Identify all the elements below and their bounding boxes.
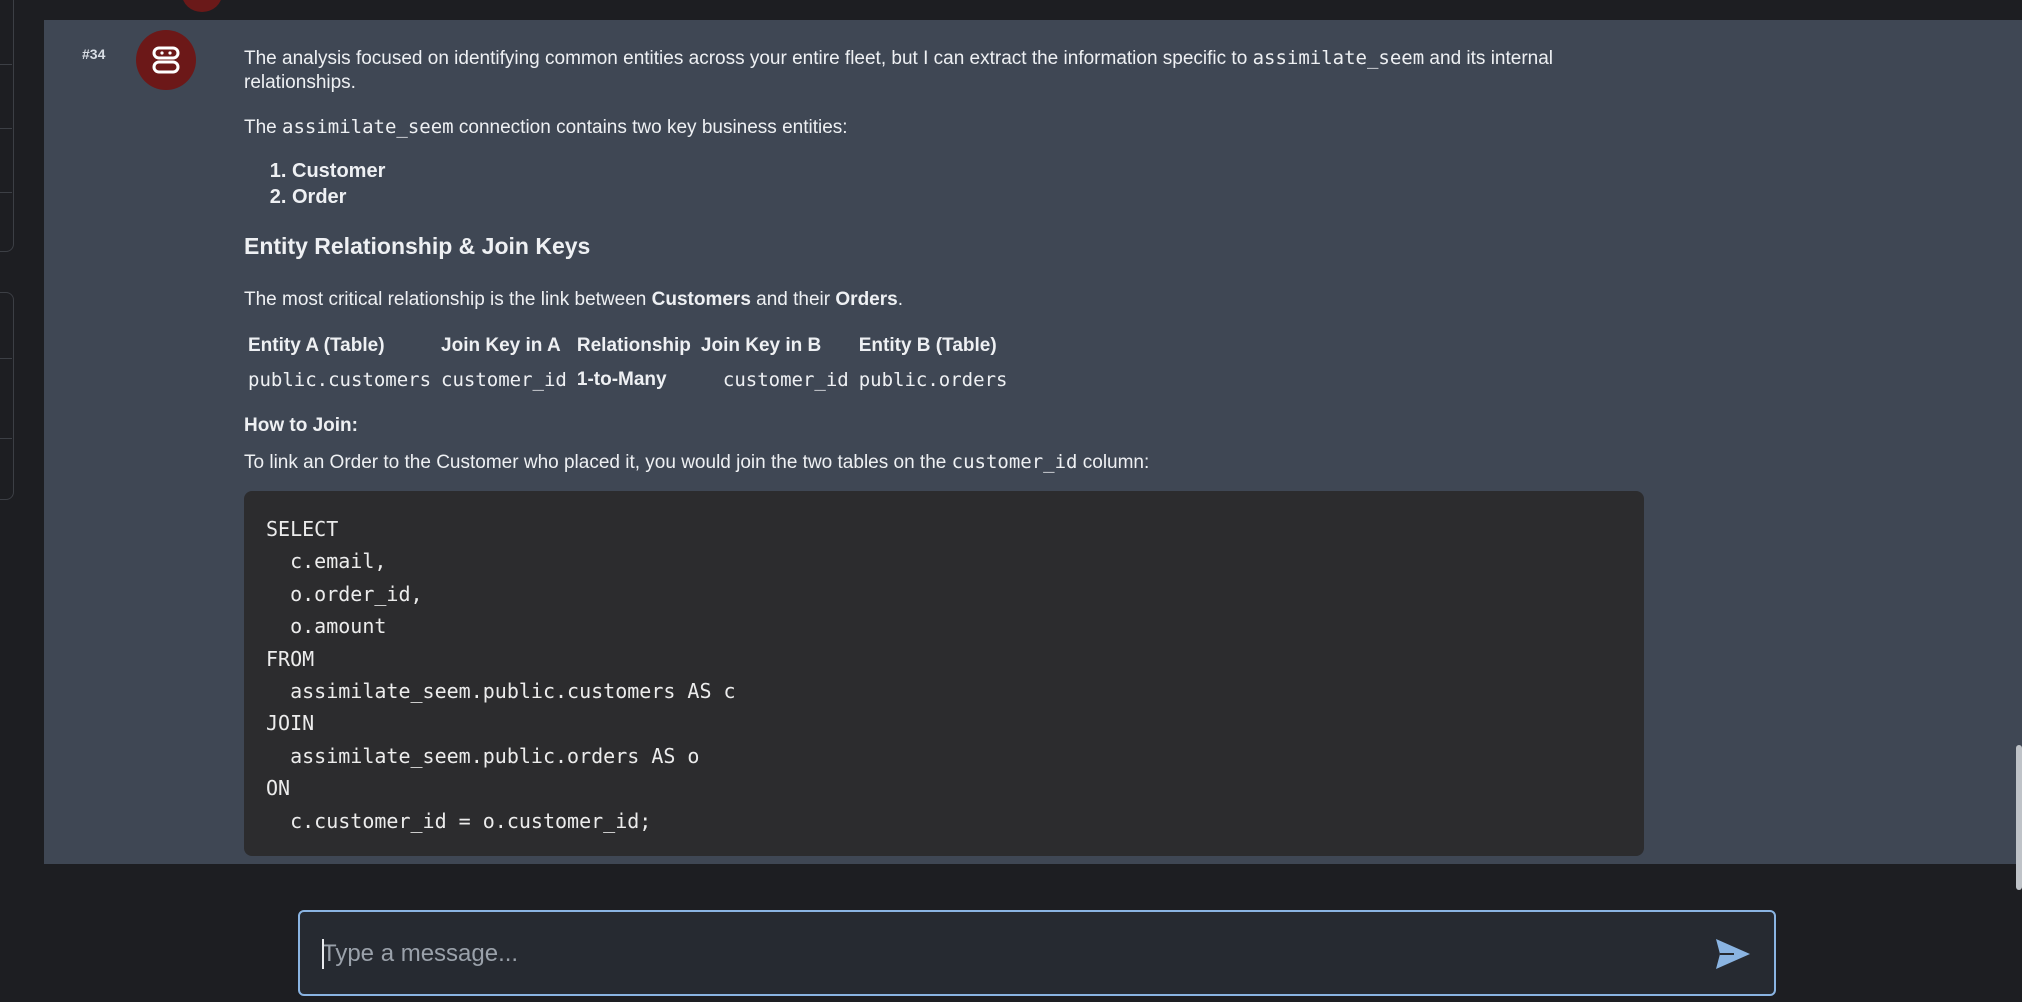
- critical-text-end: .: [897, 289, 903, 310]
- inline-code: customer_id: [951, 451, 1078, 473]
- sql-code-block[interactable]: SELECT c.email, o.order_id, o.amount FRO…: [244, 491, 1644, 856]
- critical-text-mid: and their: [750, 289, 836, 310]
- list-item: Order: [292, 184, 1664, 210]
- connection-paragraph: The assimilate_seem connection contains …: [244, 115, 1664, 140]
- table-header: Join Key in B: [700, 335, 822, 356]
- conn-text-end: connection contains two key business ent…: [453, 117, 848, 138]
- message-content: The analysis focused on identifying comm…: [244, 46, 1664, 856]
- message-composer[interactable]: [298, 910, 1776, 996]
- table-header: Entity A (Table): [248, 335, 385, 356]
- message-number: #34: [82, 46, 106, 62]
- join-text-end: column:: [1077, 452, 1150, 473]
- entity-list: Customer Order: [244, 158, 1664, 210]
- table-row: public.customers customer_id 1-to-Many c…: [244, 368, 1013, 392]
- table-cell: 1-to-Many: [576, 369, 667, 390]
- list-item: Customer: [292, 158, 1664, 184]
- divider: [0, 192, 12, 193]
- divider: [0, 438, 12, 439]
- message-input[interactable]: [320, 930, 1684, 978]
- join-text: To link an Order to the Customer who pla…: [244, 452, 952, 473]
- sidebar-tab[interactable]: [0, 0, 14, 252]
- table-cell: customer_id: [441, 369, 567, 391]
- critical-paragraph: The most critical relationship is the li…: [244, 288, 1664, 312]
- relationship-table: Entity A (Table) Join Key in A Relations…: [244, 334, 1013, 392]
- table-header: Join Key in A: [441, 335, 561, 356]
- left-rail: [0, 0, 16, 1002]
- table-header: Relationship: [576, 335, 691, 356]
- divider: [0, 128, 12, 129]
- table-header-row: Entity A (Table) Join Key in A Relations…: [244, 334, 1013, 368]
- section-heading: Entity Relationship & Join Keys: [244, 233, 591, 259]
- bot-icon: [136, 30, 196, 90]
- bot-glyph: [152, 46, 180, 74]
- send-button[interactable]: [1714, 936, 1752, 972]
- table-cell: customer_id: [722, 369, 849, 391]
- table-cell: public.customers: [248, 369, 432, 391]
- conn-text: The: [244, 117, 283, 138]
- table-header: Entity B (Table): [858, 335, 997, 356]
- how-to-join-label: How to Join:: [244, 415, 358, 436]
- send-icon: [1716, 939, 1750, 969]
- intro-text: The analysis focused on identifying comm…: [244, 48, 1253, 69]
- inline-code: assimilate_seem: [1252, 47, 1425, 69]
- inline-code: assimilate_seem: [282, 116, 454, 138]
- join-paragraph: To link an Order to the Customer who pla…: [244, 450, 1664, 475]
- text-caret: [322, 939, 324, 969]
- avatar: [182, 0, 222, 12]
- assistant-message: #34 The analysis focused on identifying …: [44, 20, 2022, 864]
- bold-customers: Customers: [651, 289, 751, 310]
- critical-text: The most critical relationship is the li…: [244, 289, 652, 310]
- intro-paragraph: The analysis focused on identifying comm…: [244, 46, 1664, 95]
- sidebar-tab[interactable]: [0, 292, 14, 500]
- divider: [0, 358, 12, 359]
- divider: [0, 64, 12, 65]
- bold-orders: Orders: [835, 289, 898, 310]
- previous-message-edge: [44, 0, 2022, 20]
- sql-code[interactable]: SELECT c.email, o.order_id, o.amount FRO…: [266, 513, 1622, 837]
- table-cell: public.orders: [858, 369, 1008, 391]
- scrollbar[interactable]: [2016, 745, 2022, 890]
